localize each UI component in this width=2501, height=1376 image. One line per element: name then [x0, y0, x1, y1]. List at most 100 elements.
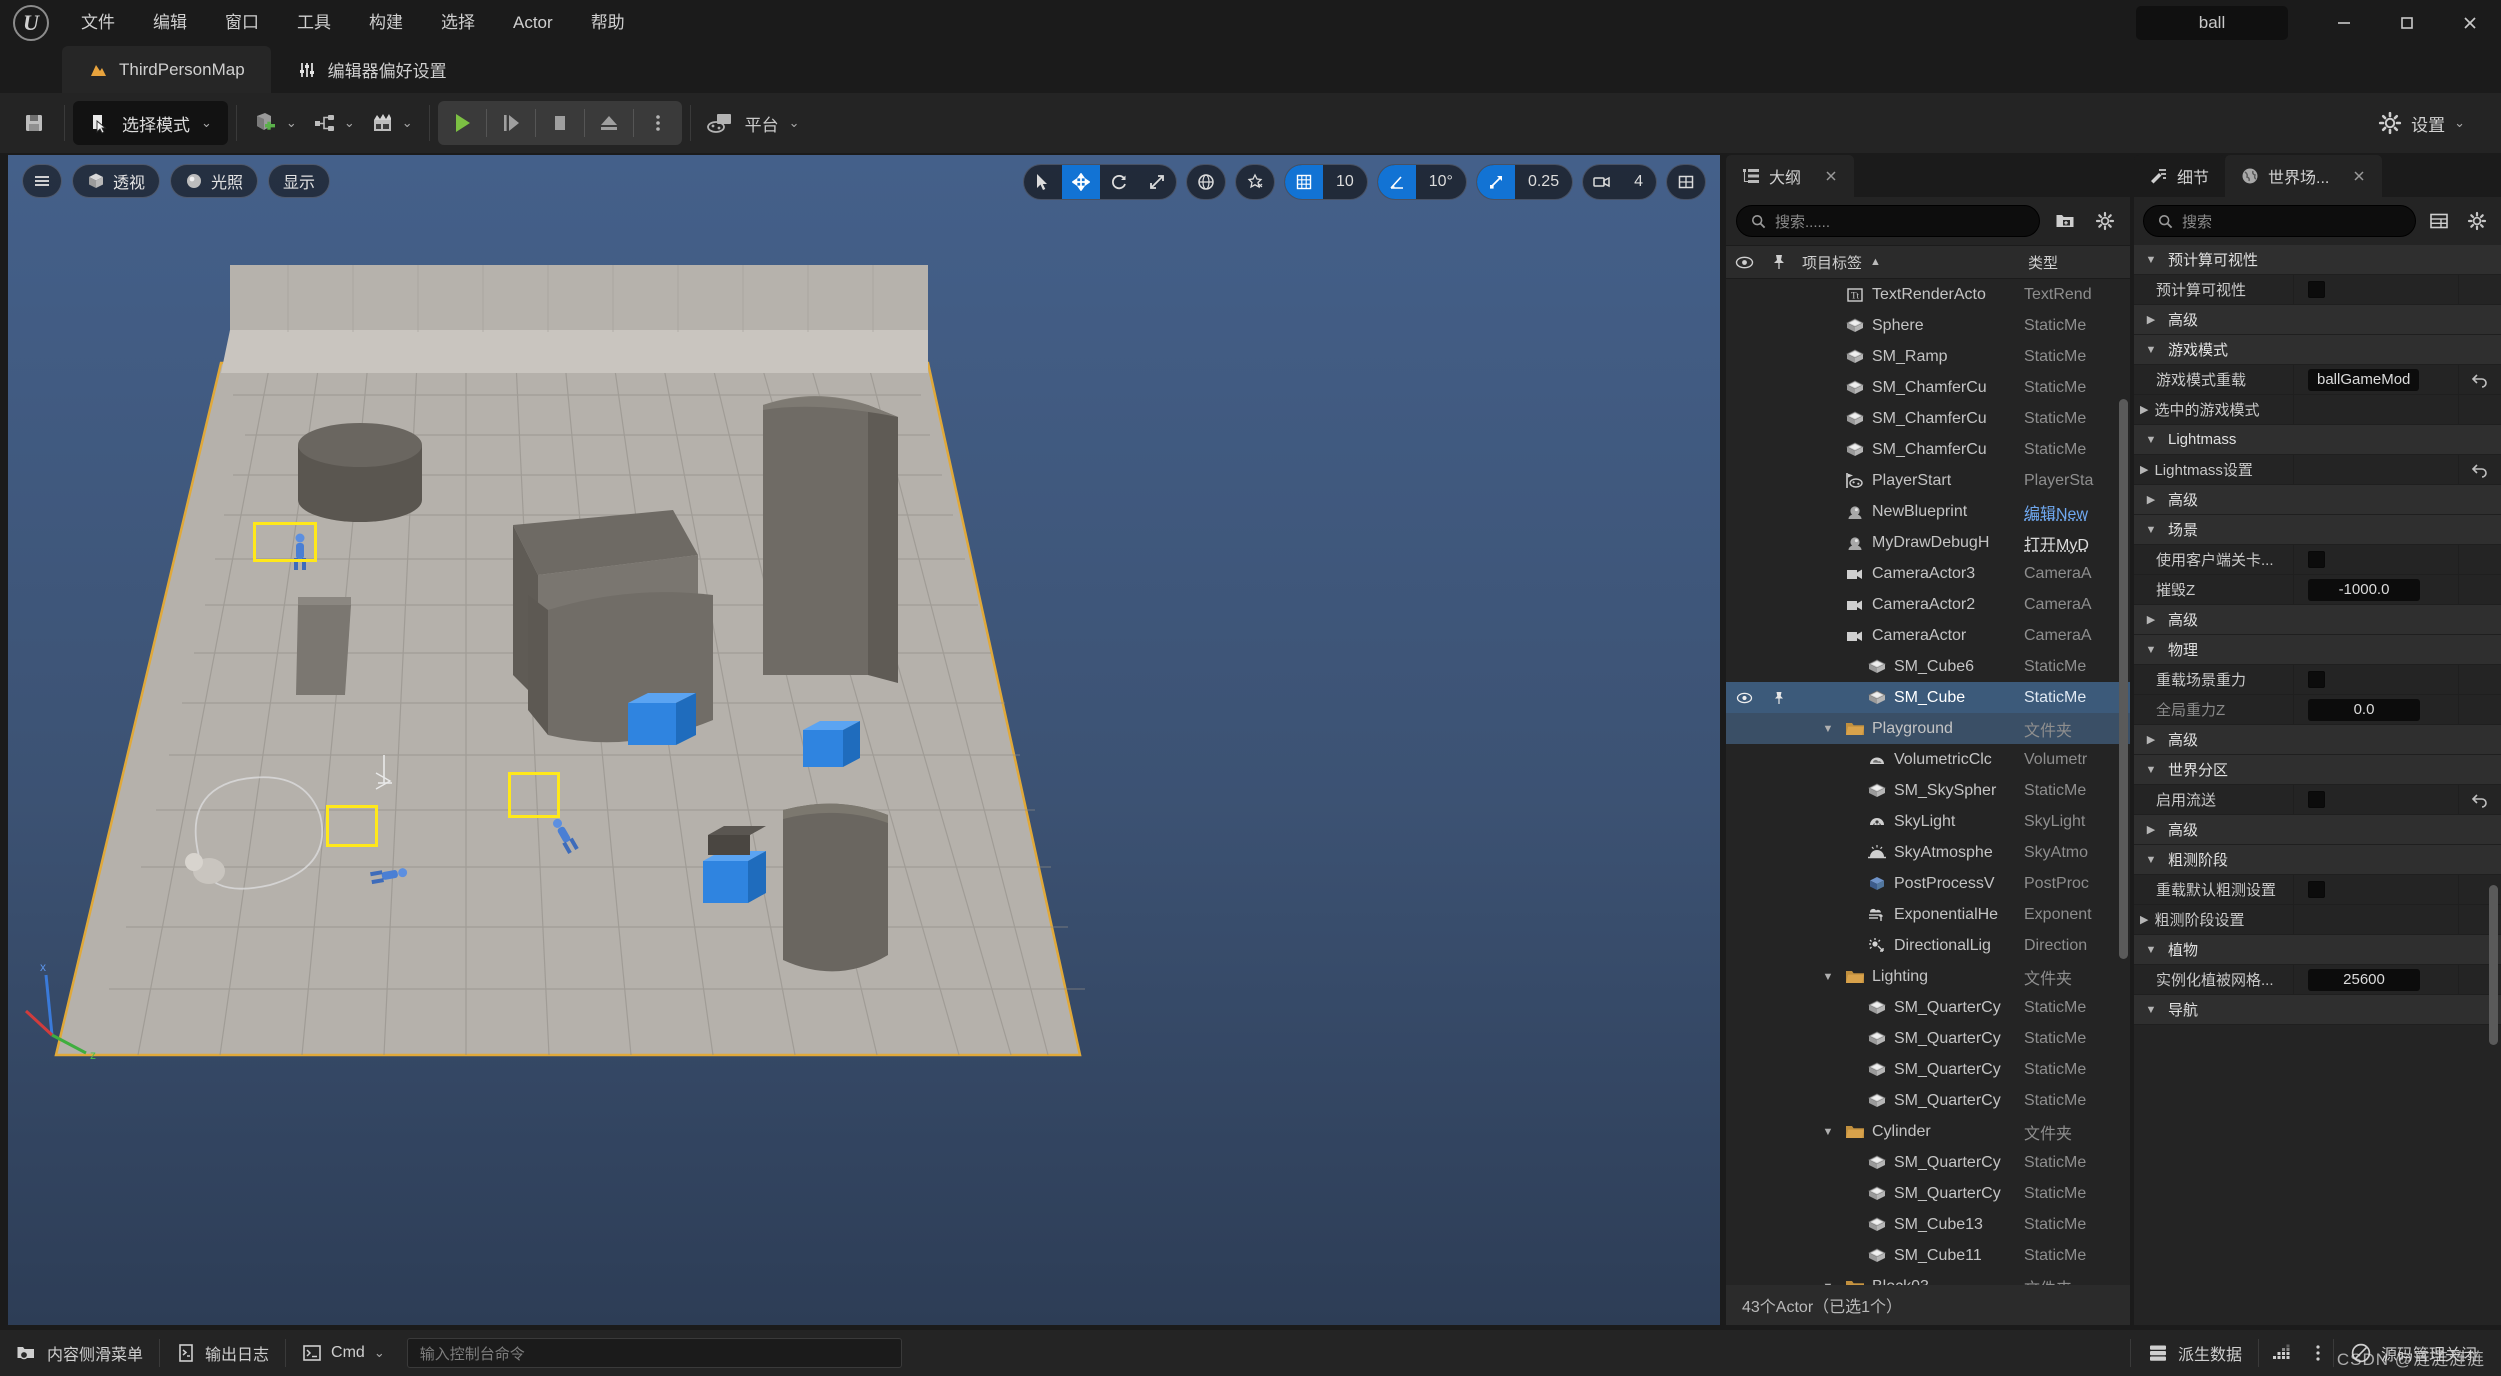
property-label[interactable]: ▶ 选中的游戏模式 [2134, 395, 2294, 424]
menu-actor[interactable]: Actor [494, 0, 572, 46]
blueprints-button[interactable]: ⌄ [305, 101, 363, 145]
checkbox[interactable] [2308, 551, 2325, 568]
property-value[interactable] [2294, 275, 2459, 304]
menu-help[interactable]: 帮助 [572, 0, 644, 46]
outliner-row-playerstart[interactable]: PlayerStart PlayerSta [1726, 465, 2130, 496]
play-button[interactable] [438, 101, 486, 145]
outliner-search-input[interactable]: 搜索...... [1736, 205, 2040, 237]
column-visibility-icon[interactable] [1726, 256, 1762, 269]
gear-icon[interactable] [2090, 206, 2120, 236]
platforms-button[interactable]: 平台 ⌄ [699, 101, 808, 145]
viewport-layout-icon[interactable] [1667, 165, 1705, 199]
viewport-show-button[interactable]: 显示 [268, 164, 331, 198]
cinematics-button[interactable]: ⌄ [363, 101, 421, 145]
outliner-row-sm-ramp[interactable]: SM_Ramp StaticMe [1726, 341, 2130, 372]
menu-build[interactable]: 构建 [350, 0, 422, 46]
chevron-right-icon[interactable]: ▶ [2140, 403, 2148, 416]
outliner-row-sm-cube11[interactable]: SM_Cube11 StaticMe [1726, 1240, 2130, 1271]
tab-outliner[interactable]: 大纲 [1726, 155, 1855, 197]
outliner-row-sm-quarterc-[interactable]: SM_QuarterCу StaticMe [1726, 1085, 2130, 1116]
menu-window[interactable]: 窗口 [206, 0, 278, 46]
close-icon[interactable] [2352, 169, 2366, 183]
outliner-row-lighting[interactable]: ▼ Lighting 文件夹 [1726, 961, 2130, 992]
category-foliage[interactable]: ▼ 植物 [2134, 935, 2501, 965]
expand-collapse-icon[interactable]: ▼ [1818, 1281, 1838, 1286]
checkbox[interactable] [2308, 881, 2325, 898]
outliner-row-mydrawdebugh[interactable]: MyDrawDebugH 打开MyD [1726, 527, 2130, 558]
viewport-lighting-button[interactable]: 光照 [170, 164, 259, 198]
expand-collapse-icon[interactable]: ▼ [1818, 723, 1838, 735]
outliner-row-cameraactor3[interactable]: CameraActor3 CameraA [1726, 558, 2130, 589]
row-pin-icon[interactable] [1762, 691, 1796, 705]
menu-edit[interactable]: 编辑 [134, 0, 206, 46]
column-pin-icon[interactable] [1762, 254, 1796, 270]
camera-speed-icon[interactable] [1583, 165, 1621, 199]
coordinate-space-button[interactable] [1185, 164, 1226, 200]
category-world-partition[interactable]: ▼ 世界分区 [2134, 755, 2501, 785]
details-scrollbar[interactable] [2489, 885, 2498, 1045]
close-icon[interactable] [1824, 169, 1838, 183]
activity-button[interactable] [2259, 1330, 2303, 1376]
property-value[interactable] [2294, 665, 2459, 694]
save-button[interactable] [12, 101, 56, 145]
row-type-text[interactable]: 打开MyD [2022, 531, 2130, 555]
checkbox[interactable] [2308, 281, 2325, 298]
outliner-row-cameraactor2[interactable]: CameraActor2 CameraA [1726, 589, 2130, 620]
category-navigation[interactable]: ▼ 导航 [2134, 995, 2501, 1025]
camera-speed-value[interactable]: 4 [1621, 165, 1656, 199]
reset-to-default-button[interactable] [2459, 455, 2501, 484]
category-advanced-2[interactable]: ▶ 高级 [2134, 485, 2501, 515]
play-more-options-button[interactable] [634, 101, 682, 145]
value-field[interactable]: ballGameMod [2308, 368, 2420, 391]
value-field[interactable]: 0.0 [2308, 698, 2420, 721]
checkbox[interactable] [2308, 671, 2325, 688]
outliner-row-sm-quarterc-[interactable]: SM_QuarterCу StaticMe [1726, 1147, 2130, 1178]
scale-tool-icon[interactable] [1138, 165, 1176, 199]
row-type-text[interactable]: 编辑New [2022, 500, 2130, 524]
outliner-row-sm-cube[interactable]: SM_Cube StaticMe [1726, 682, 2130, 713]
close-button[interactable] [2438, 0, 2501, 46]
viewport-menu-button[interactable] [22, 164, 62, 198]
outliner-row-playground[interactable]: ▼ Playground 文件夹 [1726, 713, 2130, 744]
angle-snap-value[interactable]: 10° [1416, 165, 1466, 199]
viewport-layout-button[interactable] [1666, 164, 1706, 200]
category-world[interactable]: ▼ 场景 [2134, 515, 2501, 545]
source-control-button[interactable]: 源码管理关闭 [2334, 1330, 2493, 1376]
level-viewport[interactable]: z x 透视 光照 显示 10 10° 0.25 4 [8, 155, 1720, 1325]
add-actor-button[interactable]: ⌄ [245, 101, 305, 145]
expand-collapse-icon[interactable]: ▼ [1818, 971, 1838, 983]
property-value[interactable] [2294, 875, 2459, 904]
category-game-mode[interactable]: ▼ 游戏模式 [2134, 335, 2501, 365]
viewport-perspective-button[interactable]: 透视 [72, 164, 161, 198]
outliner-row-exponentialh-[interactable]: ExponentialHе Exponent [1726, 899, 2130, 930]
outliner-row-sm-quarterc-[interactable]: SM_QuarterCу StaticMe [1726, 1054, 2130, 1085]
outliner-row-sm-quarterc-[interactable]: SM_QuarterCу StaticMe [1726, 1023, 2130, 1054]
outliner-row-sm-skyspher[interactable]: SM_SkySpher StaticMe [1726, 775, 2130, 806]
new-folder-icon[interactable] [2050, 206, 2080, 236]
details-property-list[interactable]: ▼ 预计算可视性 预计算可视性 ▶ 高级 ▼ 游戏模式 游戏模式重载 ballGameMod ▶ 选… [2134, 245, 2501, 1319]
eject-button[interactable] [585, 101, 633, 145]
value-field[interactable]: -1000.0 [2308, 578, 2420, 601]
property-value[interactable]: 25600 [2294, 965, 2459, 994]
tab-thirdpersonmap[interactable]: ThirdPersonMap [62, 46, 271, 93]
settings-button[interactable]: 设置 ⌄ [2364, 101, 2479, 145]
scale-snap-icon[interactable] [1476, 165, 1515, 199]
outliner-row-cameraactor[interactable]: CameraActor CameraA [1726, 620, 2130, 651]
content-drawer-button[interactable]: 内容侧滑菜单 [0, 1330, 159, 1376]
world-space-icon[interactable] [1187, 165, 1225, 199]
expand-collapse-icon[interactable]: ▼ [1818, 1126, 1838, 1138]
category-physics[interactable]: ▼ 物理 [2134, 635, 2501, 665]
maximize-button[interactable] [2375, 0, 2438, 46]
menu-file[interactable]: 文件 [62, 0, 134, 46]
tab-world-settings[interactable]: 世界场... [2225, 155, 2383, 197]
outliner-row-skyatmosphe[interactable]: SkyAtmosphe SkyAtmo [1726, 837, 2130, 868]
row-visibility-icon[interactable] [1726, 692, 1762, 704]
project-name-chip[interactable]: ball [2136, 6, 2288, 40]
property-value[interactable]: -1000.0 [2294, 575, 2459, 604]
move-tool-icon[interactable] [1061, 165, 1100, 199]
menu-select[interactable]: 选择 [422, 0, 494, 46]
chevron-right-icon[interactable]: ▶ [2140, 463, 2148, 476]
derived-data-button[interactable]: 派生数据 [2131, 1330, 2258, 1376]
outliner-row-sm-quarterc-[interactable]: SM_QuarterCу StaticMe [1726, 992, 2130, 1023]
outliner-row-sm-chamfercu[interactable]: SM_ChamferCu StaticMe [1726, 372, 2130, 403]
